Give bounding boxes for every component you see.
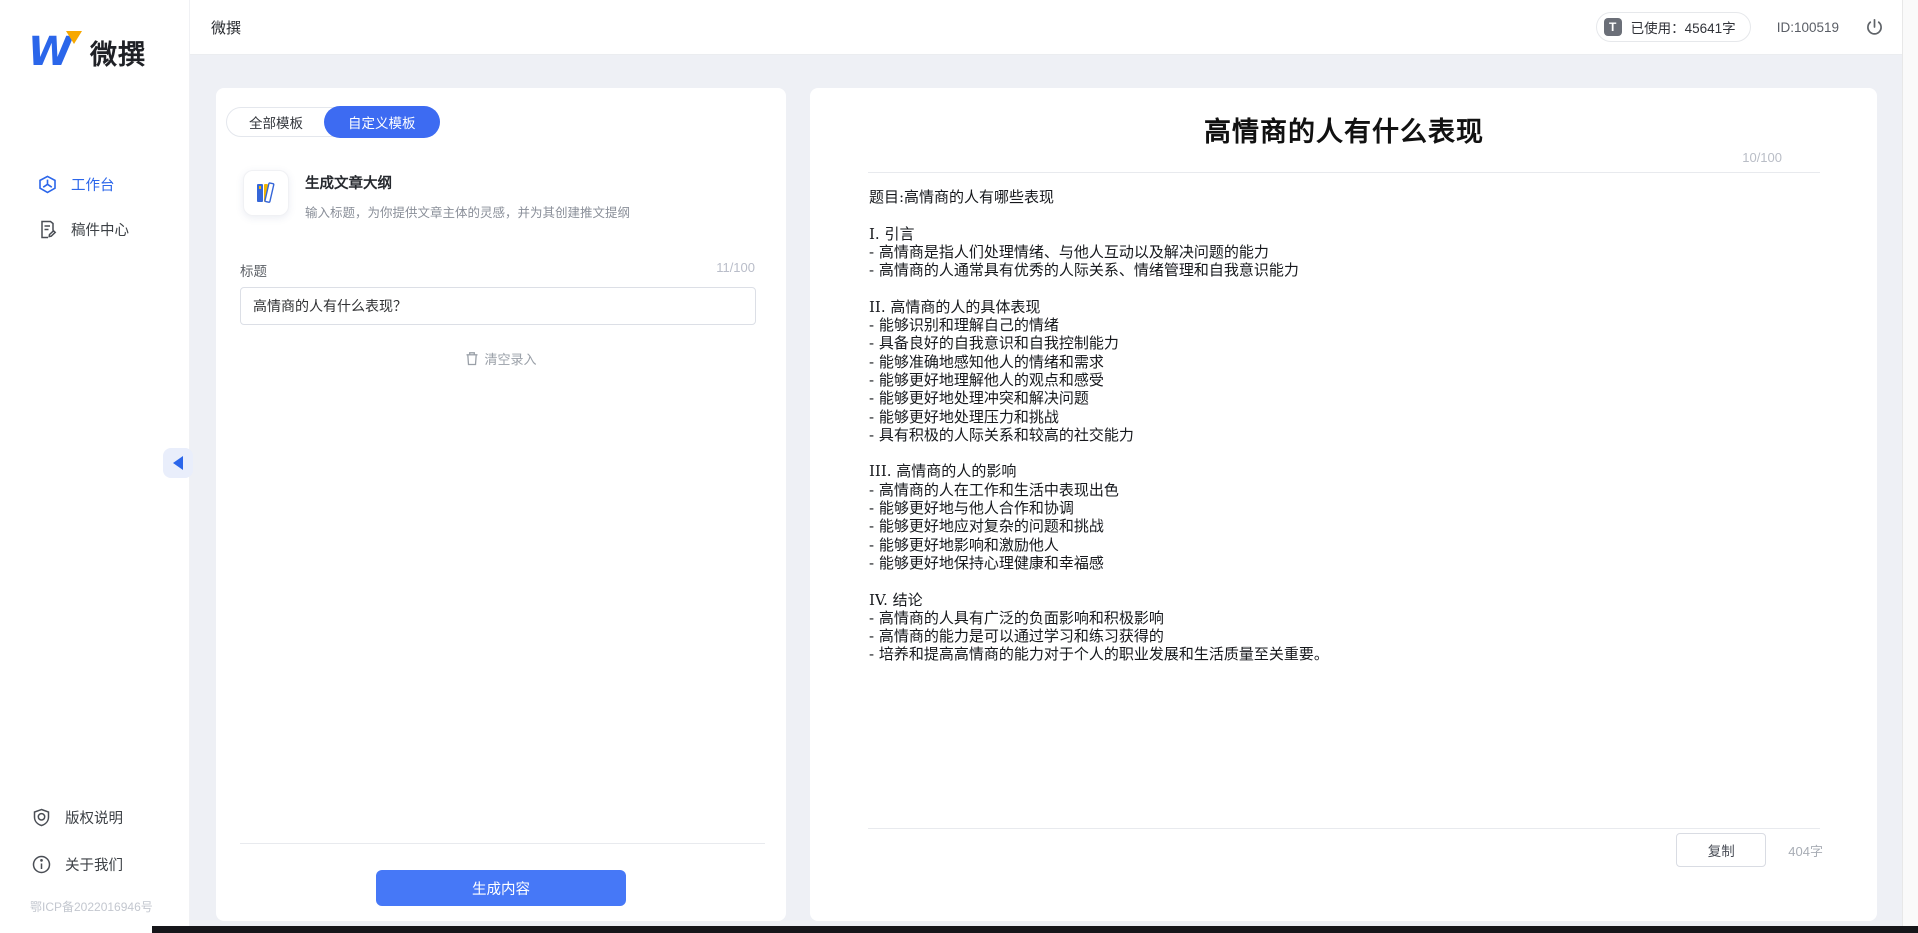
- title-char-counter: 11/100: [716, 260, 755, 275]
- divider: [240, 843, 765, 844]
- result-panel: 高情商的人有什么表现 10/100 题目:高情商的人有哪些表现 I. 引言 - …: [810, 88, 1877, 921]
- sidebar-item-label: 关于我们: [65, 854, 123, 875]
- word-count: 404字: [1788, 841, 1823, 860]
- title-input[interactable]: [240, 287, 756, 325]
- app-logo[interactable]: W 微撰: [28, 30, 146, 74]
- sidebar-item-label: 稿件中心: [71, 219, 129, 240]
- template-card-title: 生成文章大纲: [305, 172, 630, 193]
- generate-content-button[interactable]: 生成内容: [376, 870, 626, 906]
- tab-all-templates[interactable]: 全部模板: [227, 107, 325, 137]
- workbench-icon: [38, 175, 57, 194]
- scrollbar[interactable]: [1902, 0, 1918, 933]
- logout-button[interactable]: [1865, 18, 1884, 37]
- user-id: ID:100519: [1777, 20, 1839, 35]
- text-count-icon: T: [1604, 18, 1622, 36]
- template-tabs: 全部模板 自定义模板: [226, 107, 440, 137]
- icp-number: 鄂ICP备2022016946号: [0, 888, 189, 915]
- books-icon: [243, 170, 289, 216]
- title-field-label: 标题: [240, 260, 267, 280]
- article-title-counter: 10/100: [1742, 150, 1782, 165]
- topbar-title: 微撰: [211, 17, 241, 38]
- article-outline-text[interactable]: 题目:高情商的人有哪些表现 I. 引言 - 高情商是指人们处理情绪、与他人互动以…: [869, 188, 1820, 664]
- topbar: 微撰 T 已使用：45641字 ID:100519: [190, 0, 1918, 55]
- clear-input-button[interactable]: 清空录入: [216, 349, 786, 368]
- logo-w-icon: W: [28, 30, 80, 74]
- divider: [868, 172, 1820, 173]
- info-icon: [32, 855, 51, 874]
- tab-custom-templates[interactable]: 自定义模板: [324, 106, 440, 138]
- chevron-left-icon: [173, 456, 183, 470]
- sidebar-item-about[interactable]: 关于我们: [0, 841, 189, 888]
- usage-label: 已使用：45641字: [1631, 17, 1736, 37]
- divider: [868, 828, 1820, 829]
- sidebar-item-workbench[interactable]: 工作台: [0, 162, 189, 207]
- sidebar-collapse-button[interactable]: [163, 448, 193, 478]
- sidebar-item-label: 版权说明: [65, 807, 123, 828]
- shield-copyright-icon: [32, 808, 51, 827]
- sidebar: W 微撰 工作台 稿件中心: [0, 0, 190, 933]
- sidebar-item-drafts[interactable]: 稿件中心: [0, 207, 189, 252]
- sidebar-item-copyright[interactable]: 版权说明: [0, 794, 189, 841]
- usage-badge[interactable]: T 已使用：45641字: [1596, 12, 1751, 42]
- sidebar-footer: 版权说明 关于我们 鄂ICP备2022016946号: [0, 794, 189, 915]
- template-card-outline[interactable]: 生成文章大纲 输入标题，为你提供文章主体的灵感，并为其创建推文提纲: [243, 170, 630, 221]
- document-edit-icon: [38, 220, 57, 239]
- taskbar-edge: [152, 926, 1918, 933]
- template-card-description: 输入标题，为你提供文章主体的灵感，并为其创建推文提纲: [305, 202, 630, 221]
- power-icon: [1865, 18, 1884, 37]
- sidebar-item-label: 工作台: [71, 174, 115, 195]
- trash-icon: [465, 351, 479, 366]
- logo-text: 微撰: [90, 33, 146, 72]
- copy-button[interactable]: 复制: [1676, 833, 1766, 867]
- clear-input-label: 清空录入: [484, 349, 536, 368]
- template-form-panel: 全部模板 自定义模板 生成文章大纲 输入标题，为你提供文章主体的灵感，并为其创建…: [216, 88, 786, 921]
- sidebar-menu: 工作台 稿件中心: [0, 162, 189, 252]
- article-title: 高情商的人有什么表现: [868, 110, 1820, 149]
